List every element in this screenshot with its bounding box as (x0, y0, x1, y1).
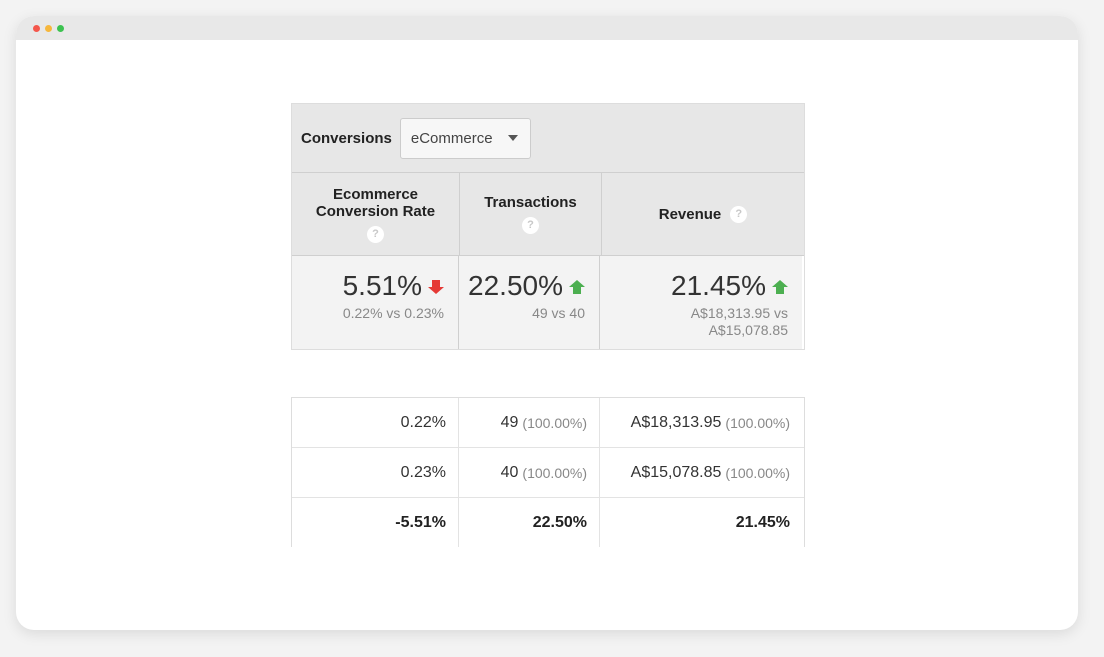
header-label-line2: Conversion Rate (315, 202, 436, 220)
metric-conversion-rate: 5.51% 0.22% vs 0.23% (292, 256, 459, 349)
cell-rate-change: -5.51% (292, 498, 459, 547)
cell-rate: 0.22% (292, 398, 459, 447)
conversions-summary-table: Conversions eCommerce Ecommerce Conversi… (291, 103, 805, 350)
cell-revenue: A$18,313.95 (100.00%) (600, 398, 802, 447)
conversions-dropdown[interactable]: eCommerce (399, 117, 531, 159)
metric-revenue: 21.45% A$18,313.95 vs A$15,078.85 (600, 256, 802, 349)
cell-rate: 0.23% (292, 448, 459, 497)
metric-value: 21.45% (671, 270, 766, 301)
help-icon[interactable]: ? (522, 217, 539, 234)
cell-value: 49 (500, 413, 519, 431)
cell-transactions-change: 22.50% (459, 498, 600, 547)
browser-window: Conversions eCommerce Ecommerce Conversi… (16, 16, 1078, 630)
header-label-line1: Ecommerce (332, 185, 419, 203)
cell-percent: (100.00%) (522, 464, 587, 481)
cell-transactions: 40 (100.00%) (459, 448, 600, 497)
header-label: Transactions (484, 194, 577, 211)
table-row: 0.23% 40 (100.00%) A$15,078.85 (100.00%) (292, 448, 804, 498)
metric-compare: 0.22% vs 0.23% (342, 305, 444, 321)
cell-revenue-change: 21.45% (735, 513, 790, 531)
conversions-selector-row: Conversions eCommerce (292, 104, 804, 173)
cell-transactions: 49 (100.00%) (459, 398, 600, 447)
metric-value: 22.50% (468, 270, 563, 301)
header-ecommerce-conversion-rate[interactable]: Ecommerce Conversion Rate ? (292, 173, 460, 256)
cell-revenue: A$15,078.85 (100.00%) (600, 448, 802, 497)
metric-compare: 49 vs 40 (532, 305, 585, 321)
cell-value: A$15,078.85 (630, 463, 722, 481)
arrow-down-icon (428, 270, 444, 302)
cell-value: 40 (500, 463, 519, 481)
conversions-dropdown-value: eCommerce (410, 129, 493, 147)
cell-percent: (100.00%) (725, 414, 790, 431)
metric-value: 5.51% (342, 270, 422, 301)
summary-values-row: 5.51% 0.22% vs 0.23% 22.50% 49 vs 40 21.… (292, 256, 804, 349)
summary-header-row: Ecommerce Conversion Rate ? Transactions… (292, 173, 804, 256)
cell-percent: (100.00%) (522, 414, 587, 431)
metric-compare-line1: A$18,313.95 vs (690, 305, 788, 321)
header-transactions[interactable]: Transactions ? (460, 173, 602, 256)
table-row: 0.22% 49 (100.00%) A$18,313.95 (100.00%) (292, 398, 804, 448)
minimize-window-dot[interactable] (45, 24, 52, 32)
conversions-label: Conversions (301, 129, 392, 147)
maximize-window-dot[interactable] (57, 24, 64, 32)
arrow-up-icon (569, 270, 585, 302)
cell-percent: (100.00%) (725, 464, 790, 481)
arrow-up-icon (772, 270, 788, 302)
help-icon[interactable]: ? (367, 225, 384, 243)
close-window-dot[interactable] (33, 24, 40, 32)
detail-table: 0.22% 49 (100.00%) A$18,313.95 (100.00%)… (291, 397, 805, 547)
title-bar (16, 16, 1078, 40)
metric-transactions: 22.50% 49 vs 40 (459, 256, 600, 349)
cell-value: A$18,313.95 (630, 413, 722, 431)
header-label: Revenue (658, 205, 722, 223)
metric-compare-line2: A$15,078.85 (708, 322, 788, 338)
chevron-down-icon (507, 135, 518, 141)
header-revenue[interactable]: Revenue ? (602, 173, 804, 256)
help-icon[interactable]: ? (730, 205, 748, 223)
table-row-change: -5.51% 22.50% 21.45% (292, 498, 804, 547)
